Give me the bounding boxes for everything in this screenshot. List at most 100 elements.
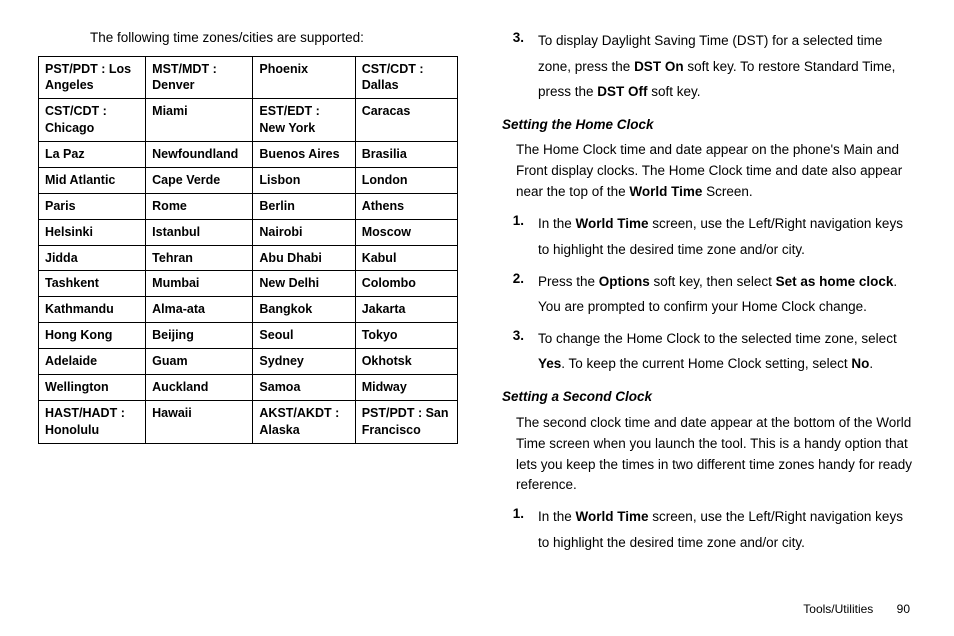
dst-step-3: 3. To display Daylight Saving Time (DST)… xyxy=(502,28,916,105)
text: . xyxy=(869,356,873,371)
section-home-clock: Setting the Home Clock xyxy=(502,115,916,135)
timezone-cell: CST/CDT : Dallas xyxy=(355,56,457,99)
footer-page-number: 90 xyxy=(897,602,910,616)
options-label: Options xyxy=(599,274,650,289)
timezone-cell: Istanbul xyxy=(146,219,253,245)
footer-section: Tools/Utilities xyxy=(803,602,873,616)
timezone-cell: Jidda xyxy=(39,245,146,271)
table-row: AdelaideGuamSydneyOkhotsk xyxy=(39,349,458,375)
timezone-cell: EST/EDT : New York xyxy=(253,99,355,142)
timezone-cell: Seoul xyxy=(253,323,355,349)
timezone-cell: MST/MDT : Denver xyxy=(146,56,253,99)
text: Screen. xyxy=(702,184,752,199)
timezone-cell: Moscow xyxy=(355,219,457,245)
timezone-cell: Kathmandu xyxy=(39,297,146,323)
timezone-table: PST/PDT : Los AngelesMST/MDT : DenverPho… xyxy=(38,56,458,444)
text: Press the xyxy=(538,274,599,289)
table-row: WellingtonAucklandSamoaMidway xyxy=(39,374,458,400)
step-number: 1. xyxy=(502,211,538,262)
text: soft key. xyxy=(648,84,701,99)
timezone-cell: Berlin xyxy=(253,193,355,219)
step-number: 2. xyxy=(502,269,538,320)
table-row: TashkentMumbaiNew DelhiColombo xyxy=(39,271,458,297)
timezone-cell: Midway xyxy=(355,374,457,400)
timezone-cell: Phoenix xyxy=(253,56,355,99)
table-row: ParisRomeBerlinAthens xyxy=(39,193,458,219)
home-step-1: 1. In the World Time screen, use the Lef… xyxy=(502,211,916,262)
timezone-cell: Bangkok xyxy=(253,297,355,323)
second-clock-para: The second clock time and date appear at… xyxy=(516,413,916,497)
timezone-cell: La Paz xyxy=(39,142,146,168)
timezone-cell: Hong Kong xyxy=(39,323,146,349)
timezone-cell: Adelaide xyxy=(39,349,146,375)
set-home-clock-label: Set as home clock xyxy=(776,274,894,289)
timezone-cell: Cape Verde xyxy=(146,167,253,193)
timezone-cell: Brasilia xyxy=(355,142,457,168)
timezone-cell: Athens xyxy=(355,193,457,219)
table-row: La PazNewfoundlandBuenos AiresBrasilia xyxy=(39,142,458,168)
table-row: HelsinkiIstanbulNairobiMoscow xyxy=(39,219,458,245)
no-label: No xyxy=(851,356,869,371)
table-row: JiddaTehranAbu DhabiKabul xyxy=(39,245,458,271)
step-body: To display Daylight Saving Time (DST) fo… xyxy=(538,28,916,105)
timezone-cell: Kabul xyxy=(355,245,457,271)
dst-on-label: DST On xyxy=(634,59,684,74)
step-body: To change the Home Clock to the selected… xyxy=(538,326,916,377)
timezone-cell: Jakarta xyxy=(355,297,457,323)
timezone-cell: London xyxy=(355,167,457,193)
timezone-cell: Alma-ata xyxy=(146,297,253,323)
timezone-cell: Sydney xyxy=(253,349,355,375)
table-row: KathmanduAlma-ataBangkokJakarta xyxy=(39,297,458,323)
section-second-clock: Setting a Second Clock xyxy=(502,387,916,407)
timezone-cell: PST/PDT : Los Angeles xyxy=(39,56,146,99)
yes-label: Yes xyxy=(538,356,561,371)
timezone-cell: Auckland xyxy=(146,374,253,400)
timezone-cell: CST/CDT : Chicago xyxy=(39,99,146,142)
text: To change the Home Clock to the selected… xyxy=(538,331,897,346)
page-footer: Tools/Utilities 90 xyxy=(803,601,910,618)
timezone-cell: AKST/AKDT : Alaska xyxy=(253,400,355,443)
home-step-3: 3. To change the Home Clock to the selec… xyxy=(502,326,916,377)
step-number: 1. xyxy=(502,504,538,555)
second-step-1: 1. In the World Time screen, use the Lef… xyxy=(502,504,916,555)
step-number: 3. xyxy=(502,326,538,377)
timezone-cell: Beijing xyxy=(146,323,253,349)
world-time-label: World Time xyxy=(576,509,649,524)
timezone-cell: Paris xyxy=(39,193,146,219)
timezone-cell: PST/PDT : San Francisco xyxy=(355,400,457,443)
home-clock-para: The Home Clock time and date appear on t… xyxy=(516,140,916,203)
step-body: Press the Options soft key, then select … xyxy=(538,269,916,320)
intro-text: The following time zones/cities are supp… xyxy=(90,28,458,48)
timezone-cell: Hawaii xyxy=(146,400,253,443)
timezone-cell: Samoa xyxy=(253,374,355,400)
step-body: In the World Time screen, use the Left/R… xyxy=(538,504,916,555)
timezone-cell: Rome xyxy=(146,193,253,219)
text: soft key, then select xyxy=(650,274,776,289)
timezone-cell: Mid Atlantic xyxy=(39,167,146,193)
text: . To keep the current Home Clock setting… xyxy=(561,356,851,371)
timezone-cell: HAST/HADT : Honolulu xyxy=(39,400,146,443)
timezone-cell: Buenos Aires xyxy=(253,142,355,168)
timezone-cell: Nairobi xyxy=(253,219,355,245)
timezone-cell: Helsinki xyxy=(39,219,146,245)
table-row: Mid AtlanticCape VerdeLisbonLondon xyxy=(39,167,458,193)
timezone-cell: Colombo xyxy=(355,271,457,297)
timezone-cell: Newfoundland xyxy=(146,142,253,168)
timezone-cell: Mumbai xyxy=(146,271,253,297)
world-time-label: World Time xyxy=(629,184,702,199)
timezone-cell: Tashkent xyxy=(39,271,146,297)
timezone-cell: Wellington xyxy=(39,374,146,400)
timezone-cell: Tehran xyxy=(146,245,253,271)
home-step-2: 2. Press the Options soft key, then sele… xyxy=(502,269,916,320)
timezone-cell: Caracas xyxy=(355,99,457,142)
table-row: HAST/HADT : HonoluluHawaiiAKST/AKDT : Al… xyxy=(39,400,458,443)
timezone-cell: New Delhi xyxy=(253,271,355,297)
timezone-cell: Miami xyxy=(146,99,253,142)
table-row: PST/PDT : Los AngelesMST/MDT : DenverPho… xyxy=(39,56,458,99)
table-row: CST/CDT : ChicagoMiamiEST/EDT : New York… xyxy=(39,99,458,142)
timezone-cell: Tokyo xyxy=(355,323,457,349)
table-row: Hong KongBeijingSeoulTokyo xyxy=(39,323,458,349)
step-number: 3. xyxy=(502,28,538,105)
dst-off-label: DST Off xyxy=(597,84,647,99)
timezone-cell: Abu Dhabi xyxy=(253,245,355,271)
